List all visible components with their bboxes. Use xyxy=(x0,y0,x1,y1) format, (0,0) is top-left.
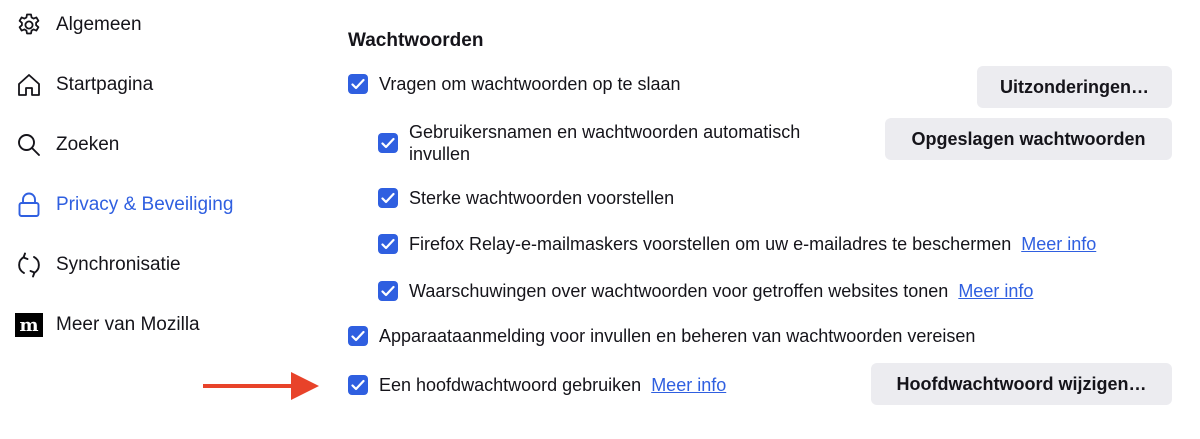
learn-more-link[interactable]: Meer info xyxy=(958,281,1033,302)
passwords-section: Wachtwoorden Vragen om wachtwoorden op t… xyxy=(330,0,1200,439)
learn-more-link[interactable]: Meer info xyxy=(651,375,726,396)
checkbox[interactable] xyxy=(348,375,368,395)
sidebar-item-sync[interactable]: Synchronisatie xyxy=(14,247,181,283)
lock-icon xyxy=(14,190,44,220)
home-icon xyxy=(14,70,44,100)
section-title: Wachtwoorden xyxy=(348,30,484,51)
saved-passwords-button[interactable]: Opgeslagen wachtwoorden xyxy=(885,118,1172,160)
option-label: Vragen om wachtwoorden op te slaan xyxy=(379,74,681,94)
option-ask-save-passwords: Vragen om wachtwoorden op te slaan xyxy=(348,73,681,95)
checkbox[interactable] xyxy=(378,281,398,301)
option-label: Waarschuwingen over wachtwoorden voor ge… xyxy=(409,281,949,301)
sidebar-item-home[interactable]: Startpagina xyxy=(14,67,153,103)
option-strong-passwords: Sterke wachtwoorden voorstellen xyxy=(378,187,674,209)
gear-icon xyxy=(14,10,44,40)
checkbox[interactable] xyxy=(378,133,398,153)
option-breach-warnings: Waarschuwingen over wachtwoorden voor ge… xyxy=(378,280,1033,302)
learn-more-link[interactable]: Meer info xyxy=(1021,234,1096,255)
arrow-icon xyxy=(203,372,319,400)
sidebar-item-label: Meer van Mozilla xyxy=(56,314,200,335)
svg-text:m: m xyxy=(19,315,38,336)
change-primary-password-button[interactable]: Hoofdwachtwoord wijzigen… xyxy=(871,363,1172,405)
option-label: Gebruikersnamen en wachtwoorden automati… xyxy=(409,122,801,164)
sidebar-item-mozilla[interactable]: m Meer van Mozilla xyxy=(14,307,200,343)
mozilla-icon: m xyxy=(14,310,44,340)
checkbox[interactable] xyxy=(378,234,398,254)
option-primary-password: Een hoofdwachtwoord gebruiken Meer info xyxy=(348,374,726,396)
sidebar-item-label: Startpagina xyxy=(56,74,154,95)
option-label: Sterke wachtwoorden voorstellen xyxy=(409,188,675,208)
option-relay-masks: Firefox Relay-e-mailmaskers voorstellen … xyxy=(378,233,1096,255)
search-icon xyxy=(14,130,44,160)
sidebar-item-label: Privacy & Beveiliging xyxy=(56,194,234,215)
sidebar-item-label: Synchronisatie xyxy=(56,254,181,275)
option-label: Een hoofdwachtwoord gebruiken xyxy=(379,375,642,395)
sidebar-item-privacy[interactable]: Privacy & Beveiliging xyxy=(14,187,233,223)
sidebar-item-label: Zoeken xyxy=(56,134,120,155)
option-autofill: Gebruikersnamen en wachtwoorden automati… xyxy=(378,121,838,165)
checkbox[interactable] xyxy=(348,74,368,94)
option-device-auth: Apparaataanmelding voor invullen en behe… xyxy=(348,325,975,347)
checkbox[interactable] xyxy=(378,188,398,208)
sidebar-item-general[interactable]: Algemeen xyxy=(14,7,142,43)
checkbox[interactable] xyxy=(348,326,368,346)
option-label: Apparaataanmelding voor invullen en behe… xyxy=(379,326,976,346)
sync-icon xyxy=(14,250,44,280)
exceptions-button[interactable]: Uitzonderingen… xyxy=(977,66,1172,108)
sidebar-item-search[interactable]: Zoeken xyxy=(14,127,119,163)
option-label: Firefox Relay-e-mailmaskers voorstellen … xyxy=(409,234,1012,254)
sidebar-item-label: Algemeen xyxy=(56,14,142,35)
